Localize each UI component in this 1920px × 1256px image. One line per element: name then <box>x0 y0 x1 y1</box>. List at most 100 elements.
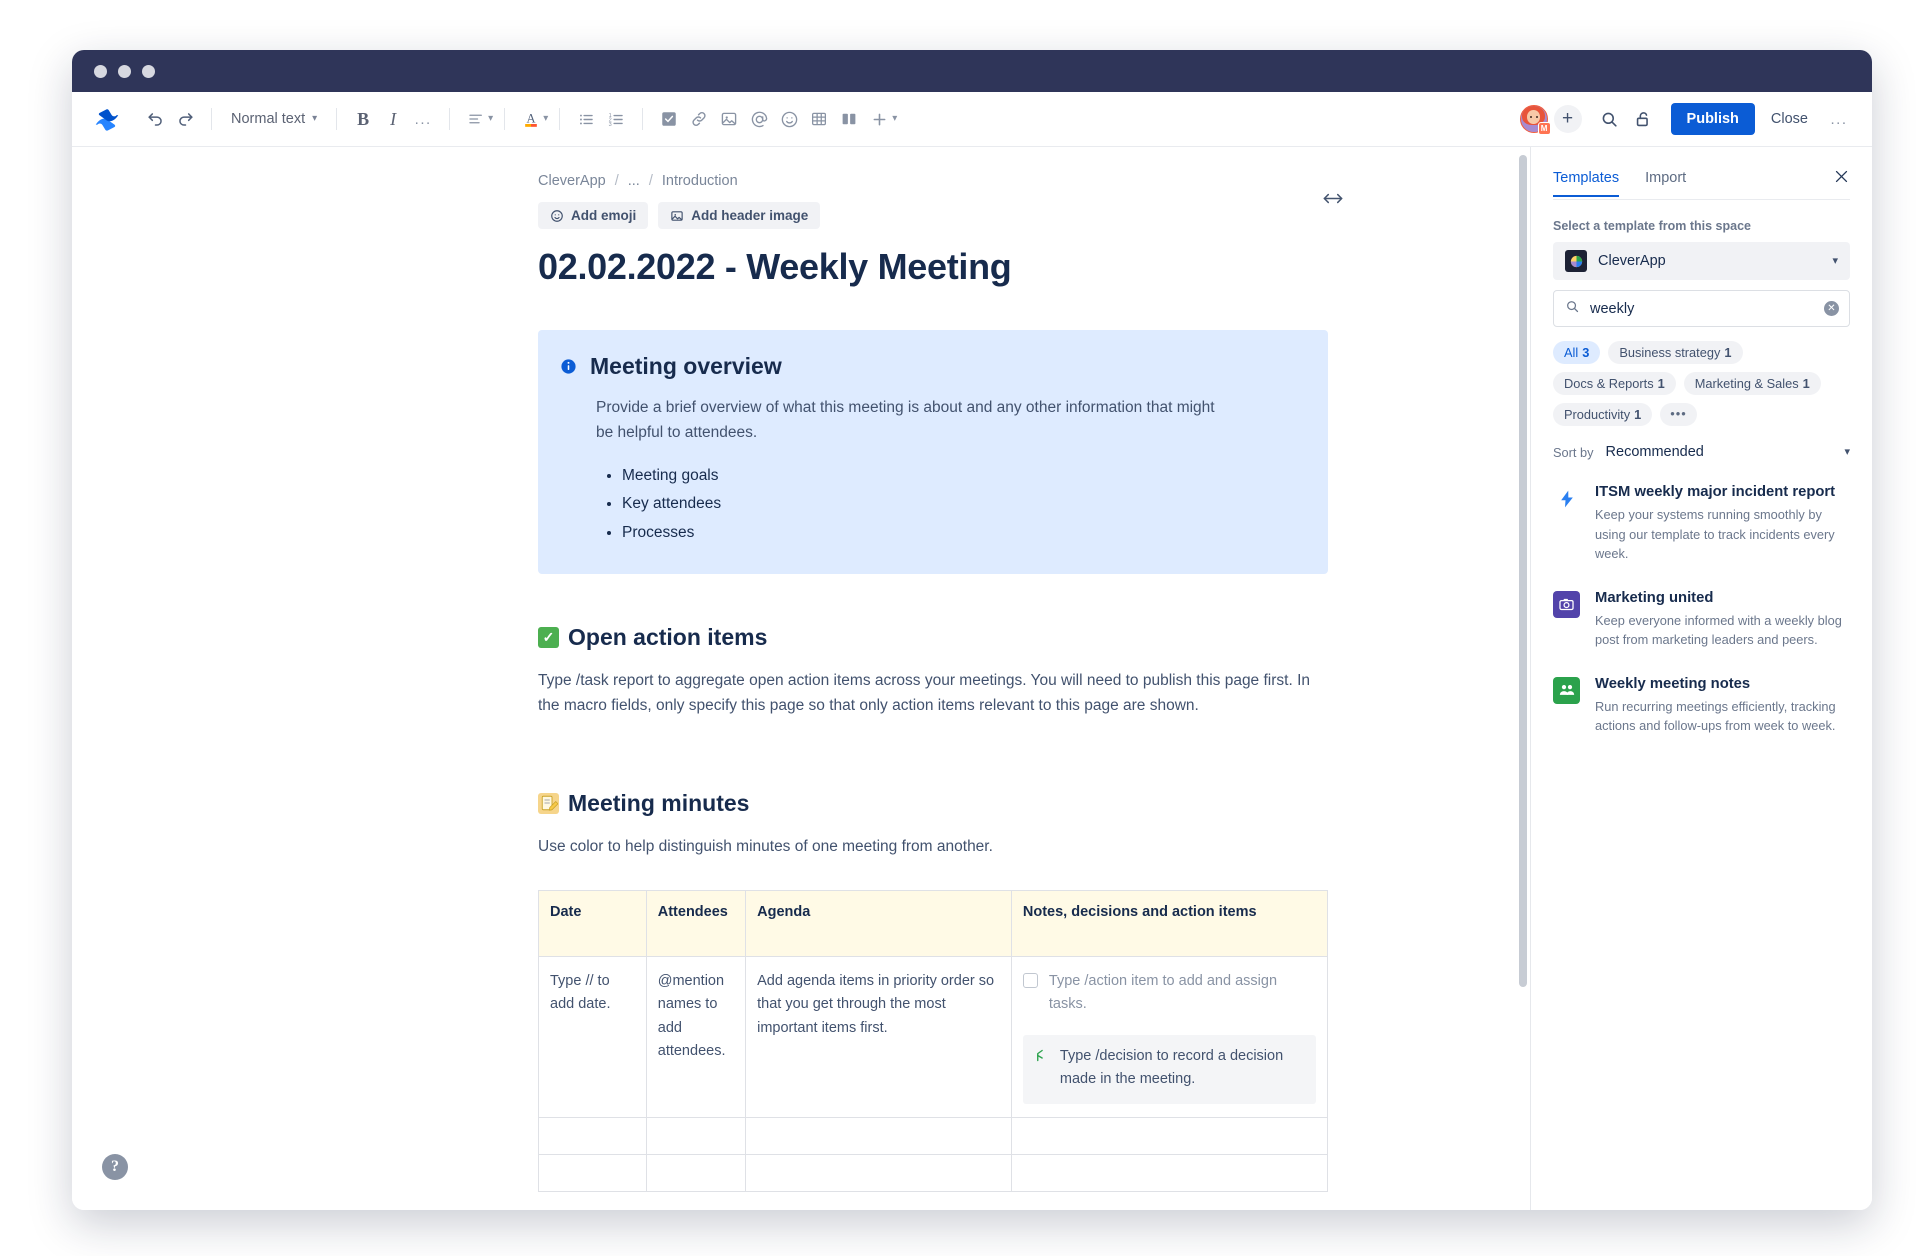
chevron-down-icon: ▾ <box>312 113 318 124</box>
text-align-icon[interactable] <box>461 104 491 134</box>
white-check-mark-icon: ✓ <box>538 626 559 648</box>
breadcrumb-item-space[interactable]: CleverApp <box>538 173 606 189</box>
filter-count: 1 <box>1802 376 1810 391</box>
italic-button[interactable]: I <box>378 104 408 134</box>
search-icon <box>1565 299 1580 319</box>
cell-notes[interactable] <box>1010 1116 1329 1155</box>
search-icon[interactable] <box>1595 104 1625 134</box>
more-actions-icon[interactable]: ... <box>1824 104 1854 134</box>
cell-agenda[interactable] <box>745 1116 1012 1155</box>
numbered-list-icon[interactable]: 123 <box>601 104 631 134</box>
chevron-down-icon[interactable]: ▾ <box>892 114 897 124</box>
layout-icon[interactable] <box>834 104 864 134</box>
breadcrumb-separator: / <box>614 173 619 189</box>
window-close-dot[interactable] <box>94 64 107 78</box>
add-emoji-button[interactable]: Add emoji <box>538 202 649 229</box>
page-title[interactable]: 02.02.2022 - Weekly Meeting <box>538 245 1328 288</box>
bold-button[interactable]: B <box>348 104 378 134</box>
tab-templates[interactable]: Templates <box>1553 170 1619 197</box>
cell-notes[interactable] <box>1010 1153 1329 1192</box>
add-header-image-label: Add header image <box>691 208 809 223</box>
list-item[interactable]: ITSM weekly major incident report Keep y… <box>1553 477 1850 583</box>
window-maximize-dot[interactable] <box>142 64 155 78</box>
more-formatting-icon[interactable]: ... <box>408 104 438 134</box>
restrictions-lock-icon[interactable] <box>1629 104 1659 134</box>
scrollbar-thumb[interactable] <box>1519 155 1527 987</box>
filter-chip-marketing-sales[interactable]: Marketing & Sales 1 <box>1683 372 1821 395</box>
help-button[interactable]: ? <box>102 1154 128 1180</box>
filter-chip-productivity[interactable]: Productivity 1 <box>1553 403 1653 426</box>
task-checkbox[interactable] <box>1022 972 1038 988</box>
breadcrumb-item-ellipsis[interactable]: ... <box>628 173 640 189</box>
list-item: Processes <box>622 519 1302 548</box>
cell-date[interactable] <box>538 1153 647 1192</box>
info-panel: Meeting overview Provide a brief overvie… <box>538 330 1328 574</box>
publish-button[interactable]: Publish <box>1670 103 1755 135</box>
cell-attendees[interactable] <box>645 1116 747 1155</box>
minutes-paragraph: Use color to help distinguish minutes of… <box>538 837 993 855</box>
chevron-down-icon: ▾ <box>1832 254 1838 267</box>
chevron-down-icon[interactable]: ▾ <box>543 114 548 124</box>
column-header-attendees: Attendees <box>645 889 747 957</box>
cell-date[interactable]: Type // to add date. <box>538 955 647 1118</box>
filter-chip-more[interactable]: ••• <box>1660 403 1697 426</box>
tab-import[interactable]: Import <box>1645 170 1686 197</box>
cell-notes[interactable]: Type /action item to add and assign task… <box>1010 955 1329 1118</box>
document-scrollbar[interactable] <box>1516 147 1530 1210</box>
undo-icon[interactable] <box>140 104 170 134</box>
action-items-paragraph: Type /task report to aggregate open acti… <box>538 671 1310 714</box>
add-header-image-button[interactable]: Add header image <box>658 202 821 229</box>
cell-agenda[interactable] <box>745 1153 1012 1192</box>
section-heading-minutes: Meeting minutes <box>538 790 1328 817</box>
close-button[interactable]: Close <box>1759 103 1820 135</box>
link-icon[interactable] <box>684 104 714 134</box>
filter-chip-business-strategy[interactable]: Business strategy 1 <box>1608 341 1743 364</box>
insert-more-icon[interactable] <box>864 104 894 134</box>
column-header-date: Date <box>538 889 647 957</box>
text-color-icon[interactable]: A <box>516 104 546 134</box>
table-row <box>538 1153 1329 1192</box>
action-item-task[interactable]: Type /action item to add and assign task… <box>1022 970 1316 1017</box>
section-heading-action-items-label: Open action items <box>568 623 768 650</box>
add-person-button[interactable]: + <box>1553 105 1582 133</box>
list-item[interactable]: Weekly meeting notes Run recurring meeti… <box>1553 669 1850 755</box>
cell-attendees[interactable]: @mention names to add attendees. <box>645 955 747 1118</box>
image-icon[interactable] <box>714 104 744 134</box>
cell-agenda[interactable]: Add agenda items in priority order so th… <box>745 955 1012 1118</box>
space-selector[interactable]: CleverApp ▾ <box>1553 242 1850 280</box>
redo-icon[interactable] <box>170 104 200 134</box>
window-minimize-dot[interactable] <box>118 64 131 78</box>
filter-chip-docs-reports[interactable]: Docs & Reports 1 <box>1553 372 1676 395</box>
table-icon[interactable] <box>804 104 834 134</box>
filter-label: Docs & Reports <box>1564 376 1654 391</box>
list-item: Meeting goals <box>622 462 1302 491</box>
search-input[interactable] <box>1590 300 1814 317</box>
filter-chip-all[interactable]: All 3 <box>1553 341 1601 364</box>
template-description: Run recurring meetings efficiently, trac… <box>1595 698 1836 734</box>
filter-label: Business strategy <box>1619 345 1721 360</box>
block-style-dropdown[interactable]: Normal text ▾ <box>223 107 325 131</box>
filter-count: 1 <box>1657 376 1665 391</box>
cell-attendees[interactable] <box>645 1153 747 1192</box>
chevron-down-icon[interactable]: ▾ <box>488 114 493 124</box>
sort-control[interactable]: Sort by Recommended ▾ <box>1553 444 1850 460</box>
clear-icon[interactable]: ✕ <box>1824 301 1839 316</box>
expand-width-icon[interactable] <box>1322 191 1344 211</box>
mention-icon[interactable] <box>744 104 774 134</box>
task-list-icon[interactable] <box>654 104 684 134</box>
bullet-list-icon[interactable] <box>571 104 601 134</box>
template-search[interactable]: ✕ <box>1553 290 1850 327</box>
breadcrumb-item-parent[interactable]: Introduction <box>662 173 738 189</box>
user-avatar[interactable]: M <box>1519 105 1551 135</box>
lightning-bolt-icon <box>1553 485 1580 512</box>
confluence-logo[interactable] <box>92 104 122 134</box>
close-panel-icon[interactable] <box>1833 168 1850 199</box>
info-panel-list: Meeting goals Key attendees Processes <box>622 462 1302 548</box>
list-item[interactable]: Marketing united Keep everyone informed … <box>1553 583 1850 669</box>
template-list: ITSM weekly major incident report Keep y… <box>1553 477 1850 755</box>
table-row <box>538 1116 1329 1155</box>
cell-date[interactable] <box>538 1116 647 1155</box>
decision-label: Type /decision to record a decision made… <box>1059 1047 1284 1088</box>
emoji-icon[interactable] <box>774 104 804 134</box>
filter-count: 1 <box>1634 407 1642 422</box>
